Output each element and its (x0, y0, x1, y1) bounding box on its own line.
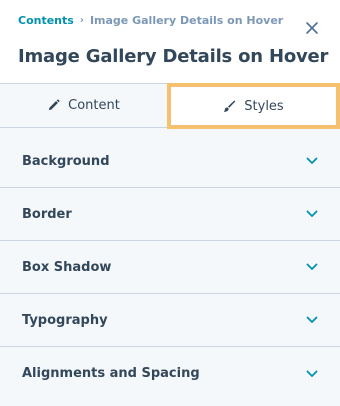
chevron-down-icon (306, 157, 318, 164)
tab-styles-label: Styles (244, 98, 284, 114)
tab-bar: Content Styles (0, 83, 340, 129)
section-label: Background (22, 153, 110, 169)
section-label: Typography (22, 312, 108, 328)
breadcrumb-contents-link[interactable]: Contents (18, 14, 74, 27)
breadcrumb: Contents › Image Gallery Details on Hove… (18, 14, 283, 27)
close-icon (306, 22, 318, 34)
section-background[interactable]: Background (0, 135, 340, 188)
tab-styles[interactable]: Styles (167, 83, 340, 129)
brush-icon (224, 100, 236, 112)
pencil-icon (48, 99, 60, 111)
style-sections: Background Border Box Shadow Typography … (0, 128, 340, 406)
breadcrumb-separator: › (79, 15, 84, 26)
close-button[interactable] (304, 20, 320, 36)
section-alignments-and-spacing[interactable]: Alignments and Spacing (0, 347, 340, 400)
chevron-down-icon (306, 370, 318, 377)
section-box-shadow[interactable]: Box Shadow (0, 241, 340, 294)
section-border[interactable]: Border (0, 188, 340, 241)
section-typography[interactable]: Typography (0, 294, 340, 347)
panel-header: Contents › Image Gallery Details on Hove… (0, 0, 340, 83)
chevron-down-icon (306, 316, 318, 323)
section-label: Box Shadow (22, 259, 112, 275)
tab-content[interactable]: Content (0, 84, 167, 127)
section-label: Border (22, 206, 72, 222)
style-panel: Contents › Image Gallery Details on Hove… (0, 0, 340, 406)
page-title: Image Gallery Details on Hover (18, 46, 329, 67)
chevron-down-icon (306, 210, 318, 217)
breadcrumb-current: Image Gallery Details on Hover (89, 14, 284, 27)
section-label: Alignments and Spacing (22, 366, 200, 381)
tab-content-label: Content (68, 98, 120, 113)
chevron-down-icon (306, 263, 318, 270)
